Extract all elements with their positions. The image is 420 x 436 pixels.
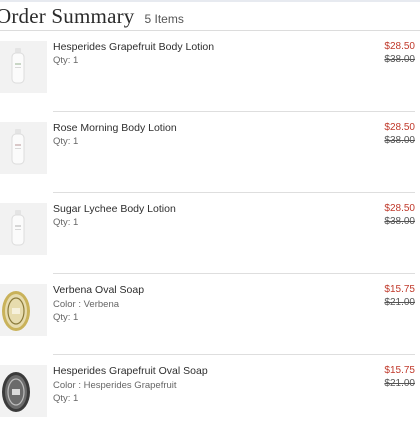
original-price: $21.00 xyxy=(384,378,415,389)
product-name[interactable]: Verbena Oval Soap xyxy=(53,284,144,296)
product-thumbnail[interactable] xyxy=(0,41,47,93)
order-item: Hesperides Grapefruit Body Lotion Qty: 1… xyxy=(0,31,420,112)
order-summary-header: Order Summary 5 Items xyxy=(0,4,420,30)
product-name[interactable]: Rose Morning Body Lotion xyxy=(53,122,177,134)
lotion-bottle-icon xyxy=(0,203,47,255)
oval-soap-icon xyxy=(0,365,47,417)
product-qty: Qty: 1 xyxy=(53,312,79,323)
product-color: Color : Hesperides Grapefruit xyxy=(53,380,177,391)
original-price: $38.00 xyxy=(384,216,415,227)
product-qty: Qty: 1 xyxy=(53,393,79,404)
product-thumbnail[interactable] xyxy=(0,284,47,336)
product-name[interactable]: Hesperides Grapefruit Body Lotion xyxy=(53,41,214,53)
order-summary-title: Order Summary xyxy=(0,4,135,28)
order-item: Verbena Oval Soap Color : Verbena Qty: 1… xyxy=(0,274,420,355)
oval-soap-icon xyxy=(0,284,47,336)
item-count: 5 Items xyxy=(144,12,184,26)
lotion-bottle-icon xyxy=(0,122,47,174)
product-name[interactable]: Hesperides Grapefruit Oval Soap xyxy=(53,365,208,377)
sale-price: $28.50 xyxy=(384,122,415,133)
sale-price: $15.75 xyxy=(384,365,415,376)
original-price: $38.00 xyxy=(384,54,415,65)
top-border xyxy=(0,0,420,2)
order-item: Sugar Lychee Body Lotion Qty: 1 $28.50 $… xyxy=(0,193,420,274)
lotion-bottle-icon xyxy=(0,41,47,93)
original-price: $38.00 xyxy=(384,135,415,146)
product-qty: Qty: 1 xyxy=(53,136,79,147)
product-thumbnail[interactable] xyxy=(0,122,47,174)
sale-price: $15.75 xyxy=(384,284,415,295)
order-item: Hesperides Grapefruit Oval Soap Color : … xyxy=(0,355,420,436)
sale-price: $28.50 xyxy=(384,41,415,52)
sale-price: $28.50 xyxy=(384,203,415,214)
product-thumbnail[interactable] xyxy=(0,365,47,417)
product-qty: Qty: 1 xyxy=(53,55,79,66)
product-color: Color : Verbena xyxy=(53,299,120,310)
product-name[interactable]: Sugar Lychee Body Lotion xyxy=(53,203,176,215)
product-qty: Qty: 1 xyxy=(53,217,79,228)
original-price: $21.00 xyxy=(384,297,415,308)
product-thumbnail[interactable] xyxy=(0,203,47,255)
order-item: Rose Morning Body Lotion Qty: 1 $28.50 $… xyxy=(0,112,420,193)
